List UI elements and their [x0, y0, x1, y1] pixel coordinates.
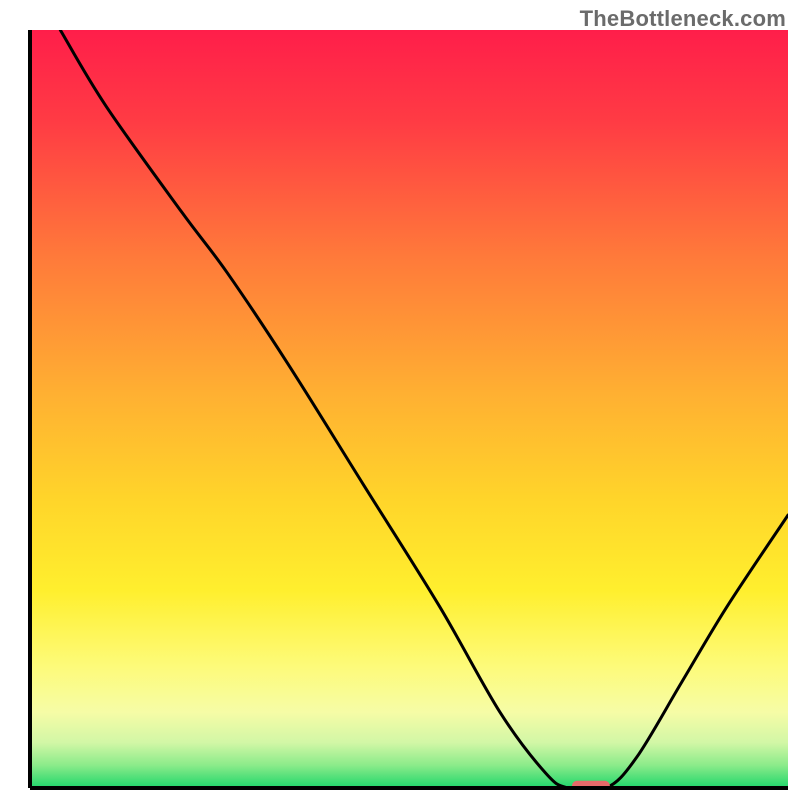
gradient-background — [30, 30, 788, 788]
chart-svg — [0, 0, 800, 800]
bottleneck-chart: TheBottleneck.com — [0, 0, 800, 800]
